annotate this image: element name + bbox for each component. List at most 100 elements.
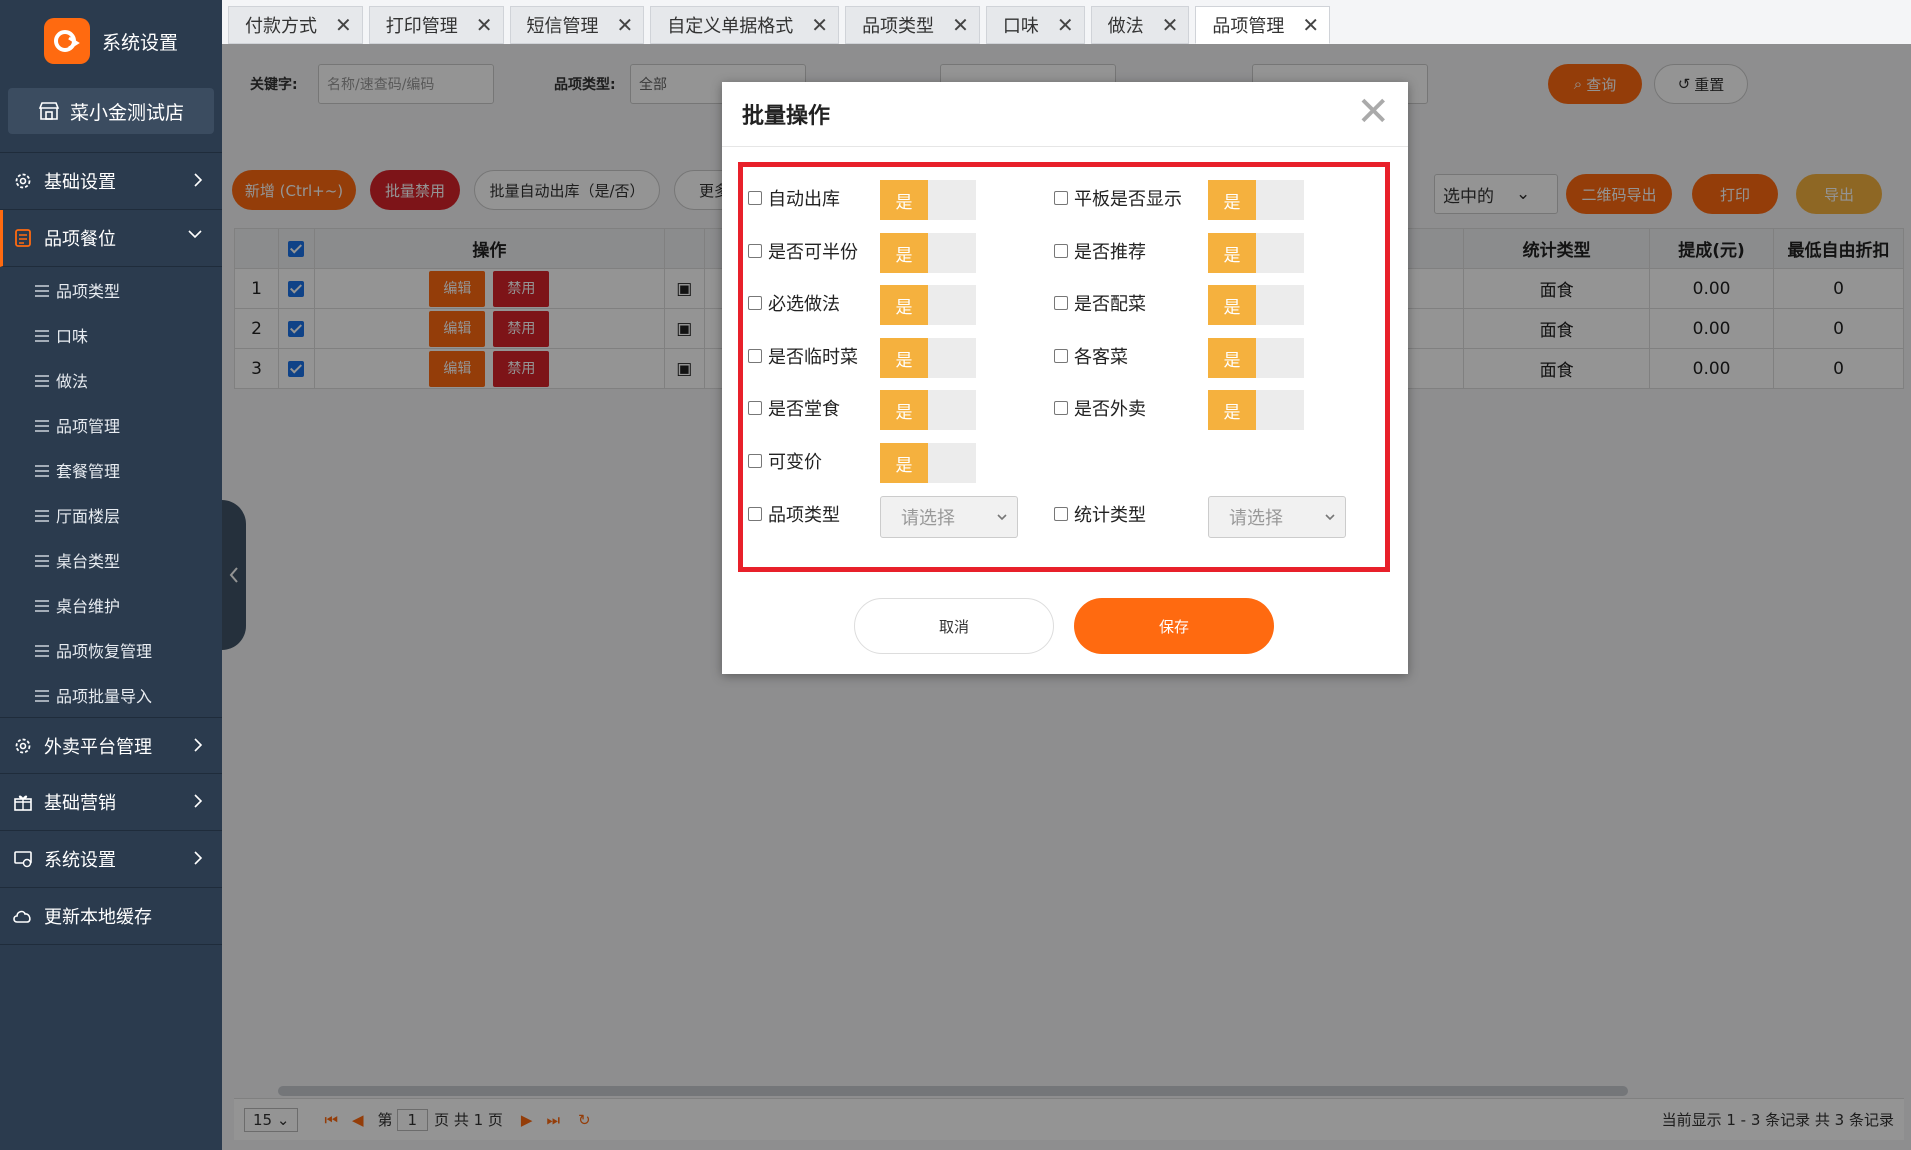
close-icon[interactable]: ✕ xyxy=(1302,13,1319,37)
chevron-down-icon xyxy=(997,514,1007,521)
field-temporary-dish: 是否临时菜 xyxy=(748,336,858,376)
field-checkbox[interactable] xyxy=(1054,191,1068,205)
close-icon[interactable]: ✕ xyxy=(811,13,828,37)
submenu-item[interactable]: 厅面楼层 xyxy=(0,492,222,537)
tablet-display-toggle[interactable]: 是 xyxy=(1208,180,1304,220)
recommended-toggle[interactable]: 是 xyxy=(1208,233,1304,273)
tab-label: 品项类型 xyxy=(862,16,935,37)
field-checkbox[interactable] xyxy=(1054,401,1068,415)
field-label: 平板是否显示 xyxy=(1074,189,1182,210)
list-icon xyxy=(34,553,50,567)
tab-methods[interactable]: 做法 ✕ xyxy=(1090,6,1190,44)
submenu-item[interactable]: 桌台维护 xyxy=(0,582,222,627)
tab-item-types[interactable]: 品项类型 ✕ xyxy=(845,6,980,44)
list-icon xyxy=(34,508,50,522)
tab-print[interactable]: 打印管理 ✕ xyxy=(368,6,504,44)
field-auto-stock: 自动出库 xyxy=(748,178,840,218)
tab-label: 口味 xyxy=(1002,16,1039,37)
close-icon[interactable]: ✕ xyxy=(1356,92,1390,132)
select-placeholder: 请选择 xyxy=(901,508,955,529)
sidebar-item-system-settings[interactable]: 系统设置 xyxy=(0,831,222,888)
close-icon[interactable]: ✕ xyxy=(1162,13,1179,37)
cancel-button[interactable]: 取消 xyxy=(854,598,1054,654)
field-checkbox[interactable] xyxy=(748,191,762,205)
tab-custom-receipt[interactable]: 自定义单据格式 ✕ xyxy=(650,6,840,44)
field-label: 是否推荐 xyxy=(1074,242,1146,263)
submenu-item[interactable]: 品项批量导入 xyxy=(0,672,222,717)
submenu-label: 品项恢复管理 xyxy=(56,641,153,661)
field-checkbox[interactable] xyxy=(1054,296,1068,310)
toggle-on-label: 是 xyxy=(1208,390,1256,430)
sidebar-item-label: 基础设置 xyxy=(44,172,116,193)
auto-stock-toggle[interactable]: 是 xyxy=(880,180,976,220)
required-method-toggle[interactable]: 是 xyxy=(880,285,976,325)
sidebar-item-delivery-platforms[interactable]: 外卖平台管理 xyxy=(0,717,222,774)
submenu-item[interactable]: 品项类型 xyxy=(0,267,222,312)
field-checkbox[interactable] xyxy=(1054,507,1068,521)
select-placeholder: 请选择 xyxy=(1229,508,1283,529)
brand-title: 系统设置 xyxy=(102,31,179,54)
submenu-label: 口味 xyxy=(56,326,89,346)
takeout-toggle[interactable]: 是 xyxy=(1208,390,1304,430)
list-icon xyxy=(34,283,50,297)
tab-label: 做法 xyxy=(1107,16,1144,37)
temporary-dish-toggle[interactable]: 是 xyxy=(880,338,976,378)
submenu-item[interactable]: 品项恢复管理 xyxy=(0,627,222,672)
item-type-select[interactable]: 请选择 xyxy=(880,496,1018,538)
close-icon[interactable]: ✕ xyxy=(952,13,969,37)
submenu-label: 桌台类型 xyxy=(56,551,121,571)
list-icon xyxy=(34,328,50,342)
field-checkbox[interactable] xyxy=(1054,244,1068,258)
close-icon[interactable]: ✕ xyxy=(1057,13,1074,37)
stat-type-select[interactable]: 请选择 xyxy=(1208,496,1346,538)
sidebar-item-basic-settings[interactable]: 基础设置 xyxy=(0,153,222,210)
field-checkbox[interactable] xyxy=(748,296,762,310)
field-checkbox[interactable] xyxy=(748,349,762,363)
close-icon[interactable]: ✕ xyxy=(617,13,634,37)
side-dish-toggle[interactable]: 是 xyxy=(1208,285,1304,325)
tab-payment[interactable]: 付款方式 ✕ xyxy=(228,6,363,44)
tab-item-management[interactable]: 品项管理 ✕ xyxy=(1195,6,1331,44)
batch-operation-dialog: 批量操作 ✕ 自动出库 是 是否可半份 是 必选做法 是 是否临时菜 是 是否堂… xyxy=(722,82,1408,674)
field-checkbox[interactable] xyxy=(748,244,762,258)
save-button[interactable]: 保存 xyxy=(1074,598,1274,654)
sidebar-item-marketing[interactable]: 基础营销 xyxy=(0,774,222,831)
field-checkbox[interactable] xyxy=(748,454,762,468)
field-label: 可变价 xyxy=(768,452,822,473)
half-portion-toggle[interactable]: 是 xyxy=(880,233,976,273)
toggle-on-label: 是 xyxy=(880,390,928,430)
chevron-down-icon xyxy=(188,230,202,239)
close-icon[interactable]: ✕ xyxy=(335,13,352,37)
submenu-label: 品项类型 xyxy=(56,281,121,301)
field-label: 是否堂食 xyxy=(768,399,840,420)
close-icon[interactable]: ✕ xyxy=(476,13,493,37)
chevron-right-icon xyxy=(194,738,203,752)
dine-in-toggle[interactable]: 是 xyxy=(880,390,976,430)
tab-sms[interactable]: 短信管理 ✕ xyxy=(509,6,645,44)
submenu: 品项类型 口味 做法 品项管理 套餐管理 厅面楼层 桌台类型 桌台维护 品项恢复… xyxy=(0,267,222,717)
submenu-item[interactable]: 口味 xyxy=(0,312,222,357)
field-label: 品项类型 xyxy=(768,505,840,526)
submenu-item[interactable]: 品项管理 xyxy=(0,402,222,447)
submenu-item[interactable]: 做法 xyxy=(0,357,222,402)
per-guest-dish-toggle[interactable]: 是 xyxy=(1208,338,1304,378)
field-stat-type: 统计类型 xyxy=(1054,494,1146,534)
field-checkbox[interactable] xyxy=(1054,349,1068,363)
submenu-label: 做法 xyxy=(56,371,89,391)
submenu-item[interactable]: 套餐管理 xyxy=(0,447,222,492)
gift-icon xyxy=(12,791,34,813)
tab-flavors[interactable]: 口味 ✕ xyxy=(985,6,1085,44)
variable-price-toggle[interactable]: 是 xyxy=(880,443,976,483)
toggle-on-label: 是 xyxy=(880,285,928,325)
submenu-item[interactable]: 桌台类型 xyxy=(0,537,222,582)
sidebar-item-refresh-cache[interactable]: 更新本地缓存 xyxy=(0,888,222,945)
field-checkbox[interactable] xyxy=(748,401,762,415)
store-selector[interactable]: 菜小金测试店 xyxy=(8,88,214,134)
field-checkbox[interactable] xyxy=(748,507,762,521)
sidebar-item-items-seats[interactable]: 品项餐位 xyxy=(0,210,222,267)
list-icon xyxy=(34,463,50,477)
toggle-on-label: 是 xyxy=(880,443,928,483)
chevron-right-icon xyxy=(194,851,203,865)
sidebar-nav: 基础设置 品项餐位 品项类型 口味 做法 品项管理 套餐管理 厅面楼层 桌台类型… xyxy=(0,152,222,945)
gear-icon xyxy=(12,735,34,757)
